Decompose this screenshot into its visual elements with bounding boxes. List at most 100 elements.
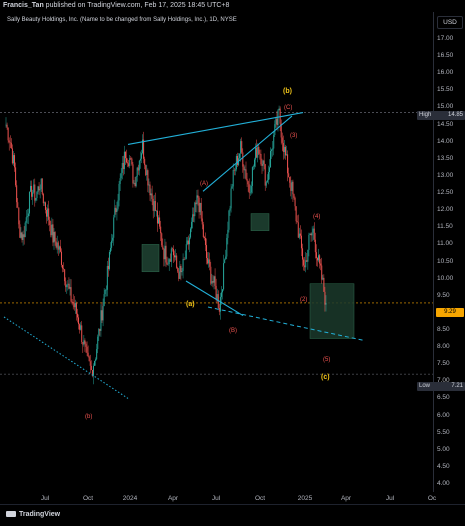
- candle-body: [134, 182, 136, 187]
- candle-body: [164, 245, 166, 260]
- candle-body: [108, 251, 110, 270]
- candle-body: [264, 164, 266, 186]
- candle-body: [140, 153, 142, 159]
- candle-body: [105, 289, 107, 291]
- candle-body: [47, 208, 49, 217]
- wave-label-b-major: (b): [283, 88, 292, 95]
- candle-body: [42, 194, 44, 204]
- candle-body: [123, 151, 125, 170]
- candle-body: [159, 217, 161, 227]
- candle-body: [135, 176, 137, 187]
- chart-pane[interactable]: [0, 12, 433, 492]
- candle-body: [80, 325, 82, 330]
- candle-body: [162, 245, 164, 249]
- candle-body: [89, 361, 91, 366]
- price-tick: 10.50: [437, 257, 454, 265]
- candle-body: [322, 277, 324, 280]
- tradingview-logo[interactable]: TradingView: [6, 511, 60, 518]
- high-label: High: [419, 112, 432, 118]
- price-chart[interactable]: [0, 12, 433, 492]
- price-tick: 13.00: [437, 171, 454, 179]
- candle-body: [106, 265, 108, 290]
- candle-body: [243, 166, 245, 171]
- candle-body: [98, 328, 100, 337]
- time-axis[interactable]: [0, 492, 465, 504]
- wave-a-trendline: [185, 280, 244, 317]
- wave-label-b-minor: (B): [229, 328, 237, 334]
- candle-body: [46, 209, 48, 217]
- candle-body: [258, 146, 260, 154]
- candle-body: [38, 186, 40, 191]
- candle-body: [16, 185, 18, 203]
- candle-body: [214, 276, 216, 286]
- candle-body: [263, 160, 265, 165]
- candle-body: [76, 313, 78, 318]
- candle-body: [11, 148, 13, 164]
- candle-body: [179, 265, 181, 279]
- candle-body: [228, 210, 230, 230]
- candle-body: [37, 186, 39, 193]
- candle-body: [119, 178, 121, 185]
- time-tick: Oc: [427, 495, 437, 502]
- candle-body: [312, 228, 314, 233]
- candle-body: [132, 164, 134, 184]
- candle-body: [25, 217, 27, 223]
- candle-body: [261, 164, 263, 166]
- candle-body: [21, 232, 23, 240]
- candle-body: [139, 158, 141, 161]
- candle-body: [131, 158, 133, 165]
- low-value: 7.21: [451, 383, 463, 389]
- candle-body: [165, 245, 167, 263]
- candle-body: [26, 216, 28, 218]
- candle-body: [267, 171, 269, 181]
- publish-header: Francis_Tan published on TradingView.com…: [0, 0, 465, 12]
- candle-body: [150, 193, 152, 196]
- candle-body: [288, 173, 290, 177]
- wave-label-5: (5): [323, 357, 331, 363]
- candle-body: [249, 192, 251, 194]
- candle-body: [65, 281, 67, 288]
- candle-body: [147, 170, 149, 186]
- candle-body: [94, 360, 96, 366]
- candle-body: [170, 248, 172, 262]
- candle-body: [23, 234, 25, 238]
- price-tick: 11.00: [437, 240, 453, 248]
- candle-body: [181, 270, 183, 273]
- target-zone-3: [309, 283, 355, 339]
- wave-label-a-minor: (A): [200, 181, 208, 187]
- price-tick: 4.00: [437, 480, 450, 487]
- candle-body: [257, 146, 259, 158]
- candle-body: [265, 182, 267, 186]
- candle-body: [183, 258, 185, 260]
- currency-label[interactable]: USD: [437, 16, 463, 29]
- candle-body: [209, 259, 211, 267]
- candle-body: [35, 197, 37, 201]
- candle-body: [203, 237, 205, 238]
- candle-body: [112, 237, 114, 241]
- candle-body: [240, 141, 242, 154]
- candle-body: [117, 200, 119, 209]
- candle-body: [290, 182, 292, 191]
- candle-body: [211, 281, 213, 284]
- wave-label-c-minor: (C): [284, 105, 293, 111]
- candle-body: [146, 170, 148, 176]
- candle-body: [194, 202, 196, 217]
- wave-label-4: (4): [313, 214, 321, 220]
- candle-body: [44, 202, 46, 210]
- candle-body: [273, 135, 275, 149]
- long-term-dotted-line: [3, 316, 129, 399]
- candle-body: [295, 206, 297, 222]
- time-tick: Apr: [167, 495, 179, 502]
- price-tick: 14.50: [437, 120, 454, 128]
- candle-body: [136, 167, 138, 177]
- candle-body: [114, 207, 116, 218]
- candle-body: [231, 186, 233, 189]
- candle-body: [71, 301, 73, 303]
- candle-body: [304, 265, 306, 268]
- grid: [0, 112, 433, 375]
- candle-body: [133, 182, 135, 184]
- candle-body: [236, 156, 238, 165]
- candle-body: [178, 271, 180, 279]
- price-axis[interactable]: [433, 12, 465, 492]
- candle-body: [69, 287, 71, 289]
